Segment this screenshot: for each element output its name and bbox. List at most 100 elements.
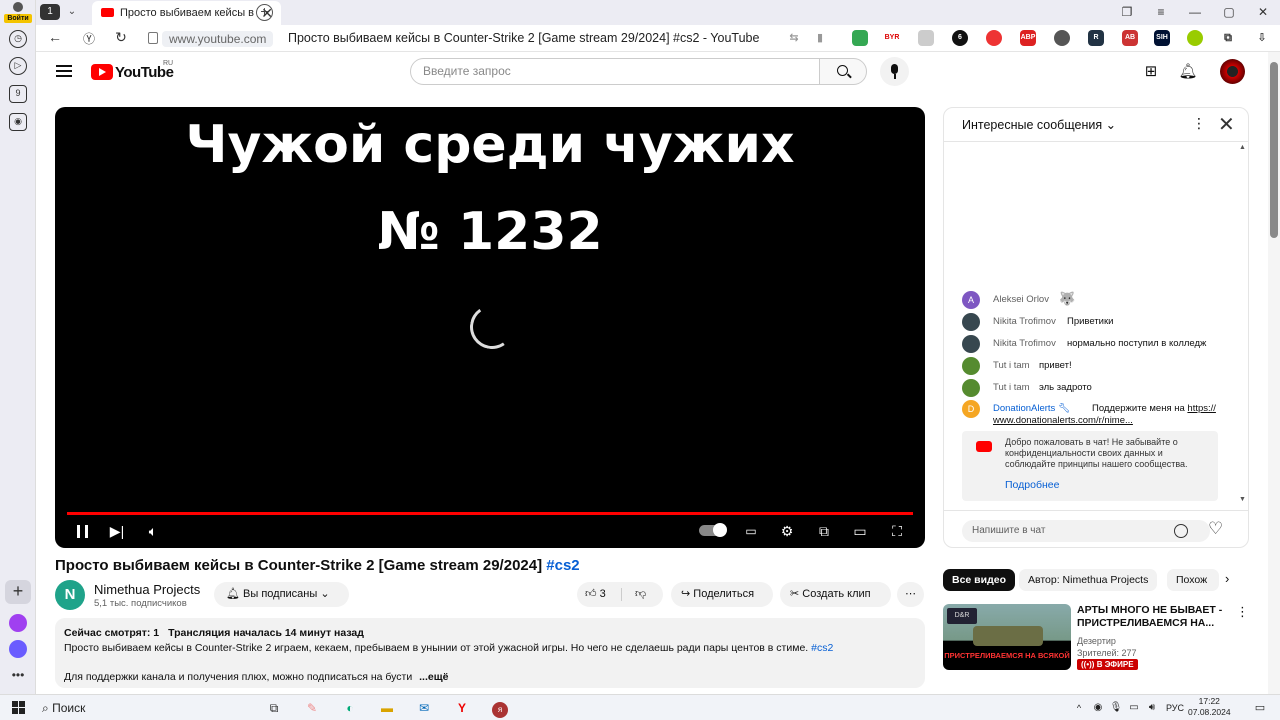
channel-name[interactable]: Nimethua Projects xyxy=(94,582,200,597)
url-domain[interactable]: www.youtube.com xyxy=(162,31,274,47)
description-hashtag[interactable]: #cs2 xyxy=(811,642,833,654)
recommendation-title[interactable]: АРТЫ МНОГО НЕ БЫВАЕТ - ПРИСТРЕЛИВАЕМСЯ Н… xyxy=(1077,604,1227,630)
extension-icon-7[interactable]: R xyxy=(1088,30,1104,46)
clip-button[interactable]: ✂ Создать клип xyxy=(780,582,891,607)
show-more-button[interactable]: ...ещё xyxy=(419,671,448,683)
pause-icon[interactable] xyxy=(77,525,88,538)
extension-icon-4[interactable]: 6 xyxy=(952,30,968,46)
chat-author[interactable]: Aleksei Orlov xyxy=(993,294,1049,305)
more-icon[interactable]: ••• xyxy=(9,668,27,686)
share-button[interactable]: ↪ Поделиться xyxy=(671,582,773,607)
taskbar-search[interactable]: ⌕ Поиск xyxy=(42,698,122,718)
extension-icon-8[interactable]: AB xyxy=(1122,30,1138,46)
history-icon[interactable]: ◷ xyxy=(9,30,27,48)
create-icon[interactable]: ⊞ xyxy=(1141,62,1161,82)
menu-icon[interactable] xyxy=(56,65,72,77)
microphone-icon[interactable]: 🎙︎ xyxy=(1108,698,1124,718)
emoji-icon[interactable] xyxy=(1174,524,1188,538)
minimize-button[interactable]: — xyxy=(1178,0,1212,25)
new-tab-button[interactable]: + xyxy=(256,4,273,21)
description-box[interactable]: Сейчас смотрят: 1 Трансляция началась 14… xyxy=(55,618,925,688)
recommendation-thumbnail[interactable]: D&R ПРИСТРЕЛИВАЕМСЯ НА ВСЯКОЙ xyxy=(943,604,1071,670)
tab-counter-icon[interactable]: 9 xyxy=(9,85,27,103)
network-icon[interactable]: ▭ xyxy=(1126,698,1142,718)
tab-count[interactable]: 1 xyxy=(40,4,60,20)
chat-author[interactable]: DonationAlerts 🔧︎ xyxy=(993,403,1070,414)
search-button[interactable] xyxy=(819,58,867,85)
extension-icon-5[interactable] xyxy=(986,30,1002,46)
app-icon-1[interactable]: ✎ xyxy=(302,698,322,718)
reload-icon[interactable]: ↻ xyxy=(112,29,130,46)
close-window-button[interactable]: ✕ xyxy=(1246,0,1280,25)
heart-icon[interactable]: ♡ xyxy=(1208,519,1223,539)
lock-icon[interactable] xyxy=(148,32,158,44)
downloads-icon[interactable]: ⇩ xyxy=(1254,30,1270,46)
add-panel-button[interactable]: + xyxy=(5,580,31,604)
extension-icon-6[interactable] xyxy=(1054,30,1070,46)
yandex-browser-icon[interactable]: Y xyxy=(451,698,473,718)
donation-link-cont[interactable]: www.donationalerts.com/r/nime... xyxy=(993,415,1133,426)
video-hashtag[interactable]: #cs2 xyxy=(546,557,579,574)
page-title[interactable]: Просто выбиваем кейсы в Counter-Strike 2… xyxy=(288,31,759,45)
extension-icon-2[interactable]: BYR xyxy=(884,30,900,46)
progress-bar[interactable] xyxy=(67,512,913,515)
scrollbar-thumb[interactable] xyxy=(1270,62,1278,238)
search-input[interactable]: Введите запрос xyxy=(410,58,820,85)
subtitles-icon[interactable]: ▭ xyxy=(740,522,762,540)
extensions-icon[interactable]: ⧉ xyxy=(1220,30,1236,46)
login-button[interactable]: Войти xyxy=(4,2,32,23)
alice-icon[interactable] xyxy=(9,614,27,632)
notifications-icon[interactable]: ▭ xyxy=(1252,698,1268,718)
autoplay-toggle[interactable] xyxy=(699,523,727,537)
dislike-button[interactable]: 👎︎ xyxy=(635,582,646,607)
chat-author[interactable]: Nikita Trofimov xyxy=(993,316,1056,327)
translate-icon[interactable]: ⇆ xyxy=(786,30,802,46)
next-icon[interactable]: ▶| xyxy=(106,522,128,540)
tab-youtube[interactable]: Просто выбиваем кейсы в ✕ xyxy=(92,1,281,25)
edge-icon[interactable]: ◐ xyxy=(340,698,360,718)
settings-gear-icon[interactable]: ⚙ xyxy=(776,522,798,540)
menu-icon[interactable]: ≡ xyxy=(1144,0,1178,25)
collections-icon[interactable]: ❐ xyxy=(1110,0,1144,25)
extension-icon-1[interactable] xyxy=(852,30,868,46)
fullscreen-icon[interactable]: ⛶ xyxy=(886,522,908,540)
avatar[interactable] xyxy=(1220,59,1245,84)
youtube-logo[interactable]: YouTube RU xyxy=(91,60,174,81)
theater-mode-icon[interactable]: ▭ xyxy=(849,522,871,540)
tray-icon-1[interactable]: ◉ xyxy=(1090,698,1106,718)
close-icon[interactable]: ✕ xyxy=(1218,112,1235,137)
back-arrow-icon[interactable]: ← xyxy=(46,29,64,45)
bookmark-icon[interactable]: ▮ xyxy=(812,30,828,46)
channel-avatar[interactable]: N xyxy=(55,580,85,610)
volume-icon[interactable]: 🔈︎ xyxy=(142,522,164,540)
chevron-down-icon[interactable]: ⌄ xyxy=(65,4,79,20)
scroll-up-icon[interactable]: ▲ xyxy=(1239,144,1246,151)
more-actions-button[interactable]: ⋯ xyxy=(897,582,924,607)
chat-input[interactable]: Напишите в чат xyxy=(962,520,1210,542)
recommendation-channel[interactable]: Дезертир xyxy=(1077,636,1116,646)
speaker-icon[interactable]: 🔊︎ xyxy=(1144,698,1160,718)
app-icon-2[interactable]: я xyxy=(490,698,510,718)
language-indicator[interactable]: РУС xyxy=(1163,698,1187,718)
donation-link[interactable]: https:// xyxy=(1187,403,1216,414)
adblock-icon[interactable]: ABP xyxy=(1020,30,1036,46)
chat-author[interactable]: Tut i tam xyxy=(993,360,1030,371)
video-player[interactable]: Чужой среди чужих № 1232 ▶| 🔈︎ ▭ ⚙ ⧉ ▭ ⛶ xyxy=(55,107,925,548)
chip-all-videos[interactable]: Все видео xyxy=(943,569,1016,591)
extension-icon-3[interactable] xyxy=(918,30,934,46)
yandex-icon[interactable]: Ⓨ xyxy=(80,30,98,47)
extension-icon-10[interactable] xyxy=(1187,30,1203,46)
messenger-icon[interactable] xyxy=(9,640,27,658)
miniplayer-icon[interactable]: ⧉ xyxy=(813,522,835,540)
more-vert-icon[interactable]: ⋮ xyxy=(1192,115,1206,132)
voice-search-button[interactable] xyxy=(880,57,909,86)
screenshot-icon[interactable]: ◉ xyxy=(9,113,27,131)
clock[interactable]: 17:22 07.08.2024 xyxy=(1188,696,1231,718)
learn-more-link[interactable]: Подробнее xyxy=(1005,479,1059,491)
explorer-icon[interactable]: ▬ xyxy=(377,698,397,718)
bell-icon[interactable]: 🔔︎ xyxy=(1178,62,1198,82)
task-view-icon[interactable]: ⧉ xyxy=(264,698,284,718)
chip-similar[interactable]: Похож xyxy=(1167,569,1219,591)
more-vert-icon[interactable]: ⋮ xyxy=(1236,604,1249,620)
like-button[interactable]: 👍︎ 3 xyxy=(585,588,606,600)
